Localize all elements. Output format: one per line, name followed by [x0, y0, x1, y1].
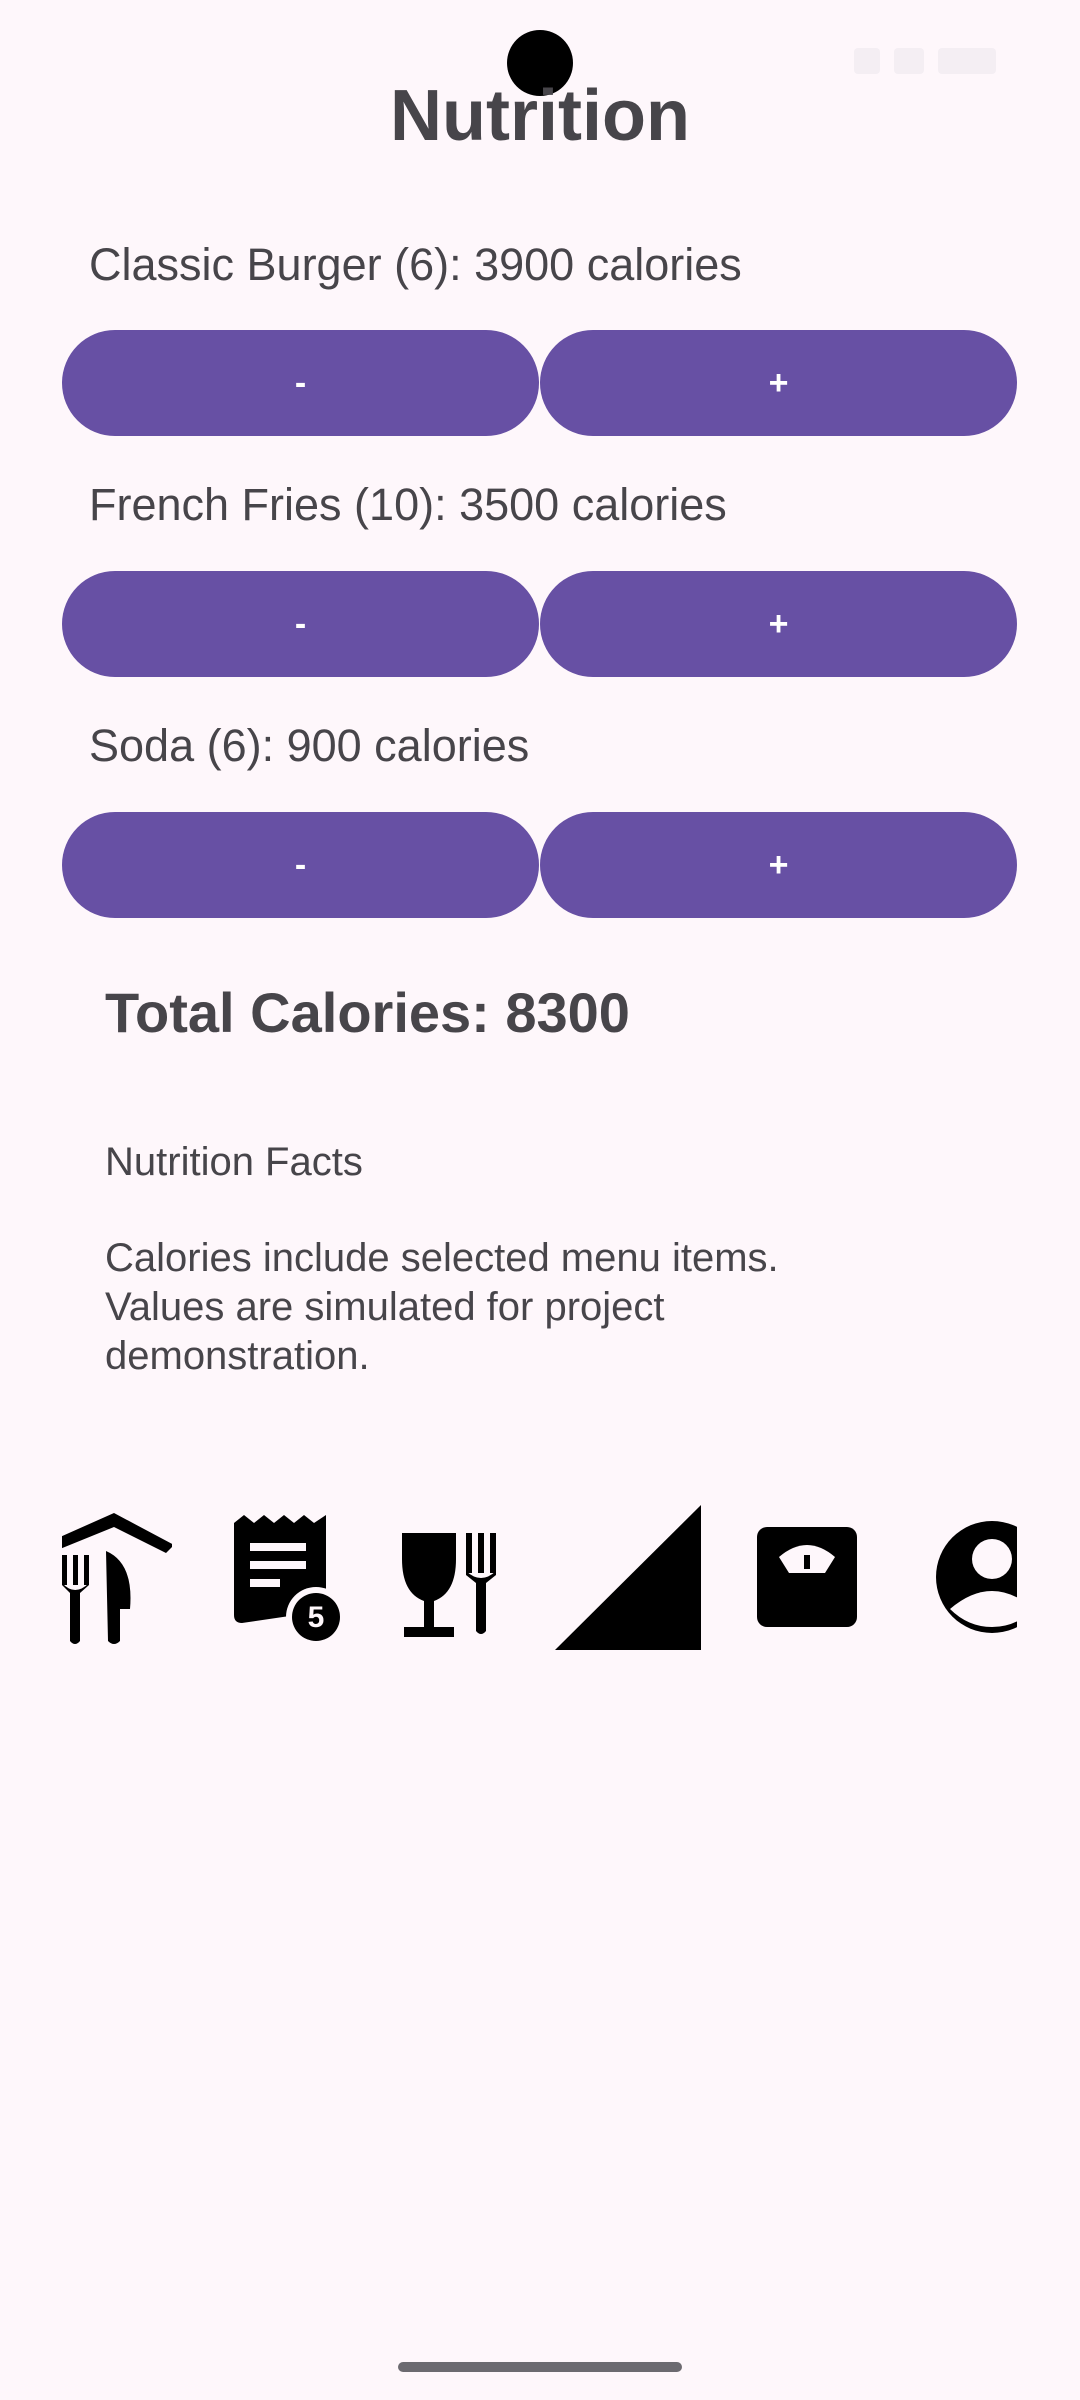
receipt-badge-count: 5	[308, 1601, 325, 1634]
nutrition-facts-body: Calories include selected menu items. Va…	[105, 1236, 779, 1378]
nutrition-facts-title: Nutrition Facts	[105, 1140, 363, 1184]
decrement-button-classic-burger[interactable]: -	[62, 330, 539, 436]
signal-icon[interactable]	[555, 1505, 701, 1650]
home-indicator[interactable]	[398, 2362, 682, 2372]
scale-icon[interactable]	[755, 1505, 859, 1650]
increment-button-french-fries[interactable]: +	[540, 571, 1017, 677]
total-calories: Total Calories: 8300	[105, 981, 630, 1044]
increment-button-soda[interactable]: +	[540, 812, 1017, 918]
bottom-nav: 5	[62, 1505, 1017, 1650]
decrement-button-soda[interactable]: -	[62, 812, 539, 918]
increment-button-classic-burger[interactable]: +	[540, 330, 1017, 436]
receipt-badge-icon[interactable]: 5	[228, 1505, 348, 1650]
account-icon[interactable]	[924, 1505, 1017, 1650]
page-title: Nutrition	[390, 76, 690, 156]
item-label-classic-burger: Classic Burger (6): 3900 calories	[89, 239, 742, 290]
item-label-soda: Soda (6): 900 calories	[89, 720, 530, 771]
decrement-button-french-fries[interactable]: -	[62, 571, 539, 677]
item-label-french-fries: French Fries (10): 3500 calories	[89, 479, 727, 530]
restaurant-icon[interactable]	[62, 1505, 174, 1650]
wine-fork-icon[interactable]	[400, 1505, 512, 1650]
